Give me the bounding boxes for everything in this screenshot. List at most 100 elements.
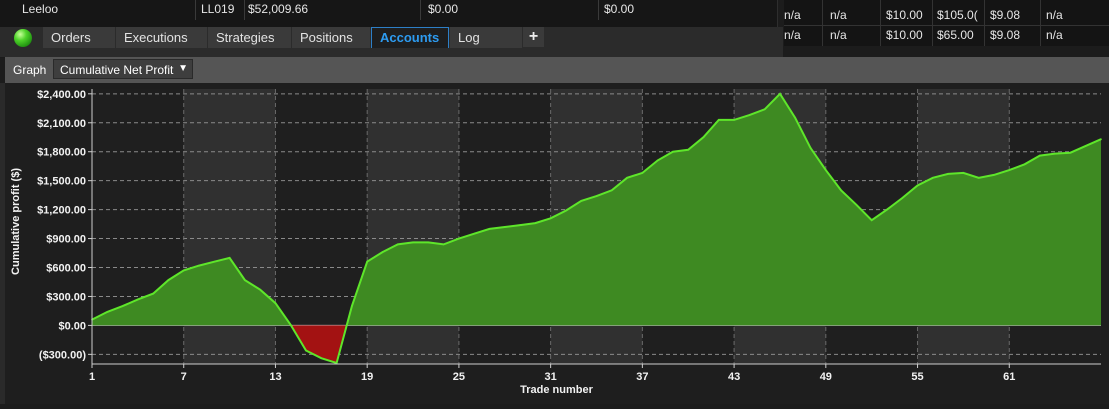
accounts-table: Leeloo LL019 $52,009.66 $0.00 $0.00 [0,0,778,28]
data-point [1084,145,1087,147]
x-tick-label: 61 [1003,371,1015,383]
data-point [366,260,368,263]
data-point [182,269,185,272]
data-point [977,176,980,179]
x-tick-label: 49 [820,371,832,383]
data-point [855,203,858,206]
data-point [473,232,475,235]
data-point [167,279,170,281]
data-point [626,176,628,179]
y-tick-label: ($300.00) [39,349,86,361]
data-point [825,169,827,171]
data-point [106,311,109,313]
table-cell: $9.08 [990,28,1021,42]
data-point [1100,138,1102,140]
column-divider [195,0,196,20]
data-point [503,226,506,228]
data-point [381,251,384,253]
data-point [259,288,261,291]
chevron-down-icon: ▼ [178,63,188,74]
tab-accounts[interactable]: Accounts [371,27,449,48]
data-point [840,189,842,192]
y-tick-label: $2,100.00 [37,118,86,130]
x-tick-label: 25 [453,371,465,383]
data-point [763,108,766,111]
tab-executions[interactable]: Executions [116,27,207,48]
data-point [947,173,949,175]
table-cell: $65.00 [937,28,974,42]
y-tick-label: $900.00 [46,234,86,246]
data-point [901,197,904,199]
profit-chart: ($300.00) $0.00 $300.00 $600.00 $900.00 $1,20… [10,89,1102,396]
data-point [748,114,751,116]
table-row[interactable]: n/a n/a $10.00 $65.00 $9.08 n/a [784,28,1109,46]
data-point [702,136,705,139]
data-point [274,302,277,305]
tab-orders[interactable]: Orders [43,27,115,48]
table-cell: n/a [1046,8,1063,22]
y-tick-label: $2,400.00 [37,89,86,101]
y-tick-label: $1,200.00 [37,205,86,217]
table-cell: $9.08 [990,8,1021,22]
tab-strategies[interactable]: Strategies [208,27,291,48]
table-row[interactable]: Leeloo LL019 $52,009.66 $0.00 $0.00 [0,0,777,20]
data-point [137,298,139,301]
data-point [656,159,659,162]
data-point [396,243,399,246]
data-point [916,184,919,187]
table-cell: n/a [784,8,801,22]
data-point [779,93,781,95]
column-divider [598,0,599,20]
account-value-cell: $52,009.66 [248,2,309,16]
y-axis-label: Cumulative profit ($) [10,168,22,275]
column-divider [984,0,985,46]
data-point [610,189,613,192]
tab-positions[interactable]: Positions [292,27,370,48]
x-tick-label: 31 [545,371,557,383]
add-tab-button[interactable]: + [523,27,544,47]
table-cell: n/a [784,28,801,42]
graph-panel: ($300.00) $0.00 $300.00 $600.00 $900.00 $1,20… [5,83,1109,404]
table-cell: $10.00 [886,8,923,22]
connection-status-icon [14,29,32,47]
data-point [886,208,888,211]
x-tick-label: 55 [911,371,923,383]
data-point [519,224,521,226]
data-point [351,305,353,307]
account-name-cell: Leeloo [22,2,59,16]
column-divider [244,0,245,20]
data-point [1069,151,1072,154]
data-point [213,260,216,263]
tab-log[interactable]: Log [450,27,522,48]
data-point [565,209,567,212]
x-tick-label: 13 [269,371,281,383]
y-tick-label: $1,800.00 [37,147,86,159]
column-divider [880,0,881,46]
x-tick-label: 37 [636,371,648,383]
data-point [152,292,154,295]
table-cell: n/a [830,28,847,42]
data-point [458,237,460,240]
data-point [641,172,644,174]
data-point [228,257,231,259]
data-point [488,228,491,230]
y-tick-label: $1,500.00 [37,176,86,188]
column-divider [1040,0,1041,46]
data-point [534,222,537,224]
data-point [809,147,812,149]
y-tick-label: $0.00 [58,320,86,332]
table-cell: n/a [1046,28,1063,42]
table-cell: $105.0( [937,8,978,22]
y-tick-label: $300.00 [46,291,86,303]
data-point [718,119,720,121]
table-row[interactable]: n/a n/a $10.00 $105.0( $9.08 n/a [784,8,1109,26]
data-point [427,241,430,244]
data-point [962,172,965,174]
x-tick-label: 43 [728,371,740,383]
data-point [794,117,797,119]
graph-type-select[interactable]: Cumulative Net Profit ▼ [53,59,193,79]
data-point [580,200,583,202]
account-value-cell: $0.00 [604,2,635,16]
y-tick-label: $600.00 [46,263,86,275]
data-point [121,305,124,307]
